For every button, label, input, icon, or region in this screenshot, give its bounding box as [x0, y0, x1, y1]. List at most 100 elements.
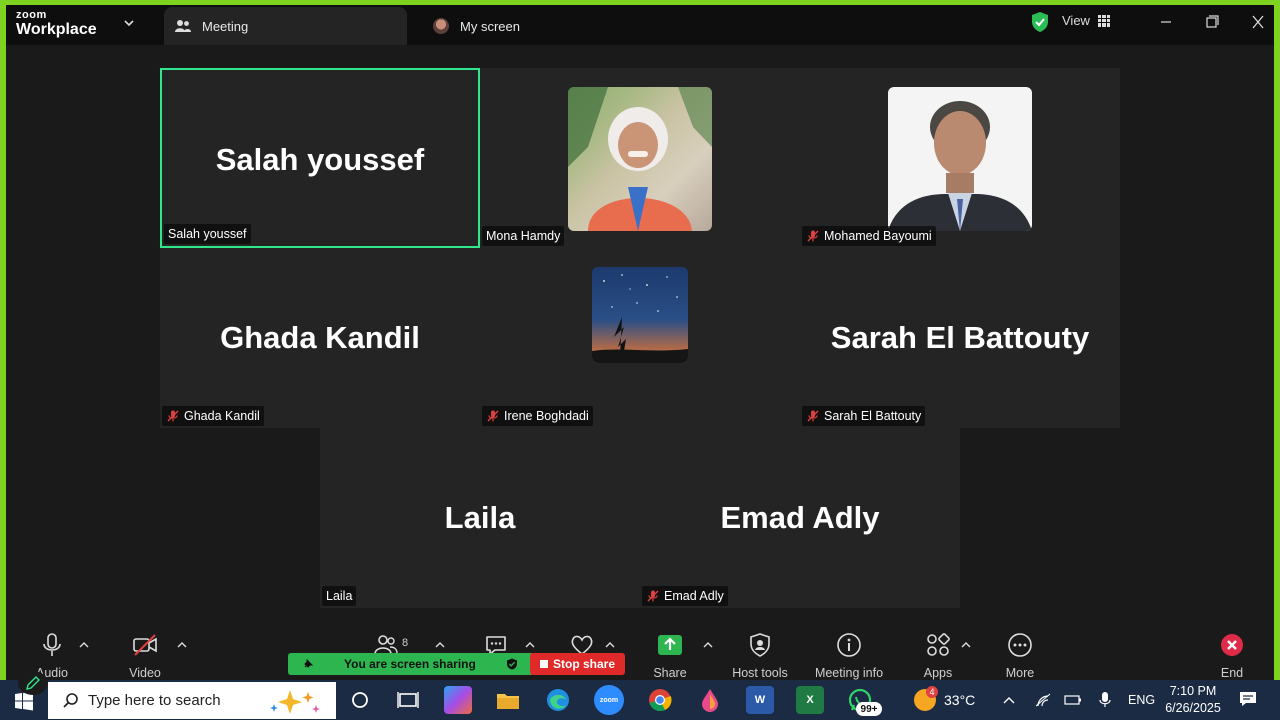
- weather-badge: 4: [926, 686, 938, 698]
- brand-line1: zoom: [16, 9, 47, 21]
- battery-icon[interactable]: [1064, 694, 1082, 706]
- view-label: View: [1062, 13, 1090, 28]
- mic-muted-icon: [487, 410, 499, 422]
- host-shield-icon: [750, 633, 770, 657]
- edge-browser-icon[interactable]: [544, 686, 572, 714]
- pin-icon: [304, 658, 314, 668]
- close-icon[interactable]: [1248, 13, 1268, 31]
- participant-tile[interactable]: Ghada Kandil Ghada Kandil: [160, 248, 480, 428]
- stop-square-icon: [539, 660, 548, 668]
- task-view-icon[interactable]: [394, 686, 422, 714]
- zoom-workplace-logo[interactable]: zoom Workplace: [16, 10, 97, 38]
- sharing-shield-icon: [506, 658, 517, 670]
- clock-date: 6/26/2025: [1165, 701, 1221, 715]
- network-icon[interactable]: [1034, 692, 1052, 708]
- apps-options-chevron-up-icon[interactable]: [960, 640, 972, 650]
- video-off-icon: [133, 634, 157, 656]
- search-placeholder: Type here to search: [88, 692, 221, 709]
- people-icon: [174, 17, 192, 35]
- meeting-info-button[interactable]: Meeting info: [803, 630, 895, 680]
- clock[interactable]: 7:10 PM 6/26/2025: [1158, 683, 1228, 717]
- share-options-chevron-up-icon[interactable]: [702, 640, 714, 650]
- participant-photo: [592, 267, 688, 363]
- participant-big-name: Ghada Kandil: [220, 320, 420, 355]
- stop-share-button[interactable]: Stop share: [530, 653, 625, 675]
- participant-tile[interactable]: Sarah El Battouty Sarah El Battouty: [800, 248, 1120, 428]
- minimize-icon[interactable]: [1156, 13, 1176, 31]
- brand-line2: Workplace: [16, 21, 97, 38]
- chevron-down-icon[interactable]: [122, 16, 136, 30]
- info-icon: [837, 633, 861, 657]
- participant-name-label: Ghada Kandil: [162, 406, 264, 426]
- more-button[interactable]: More: [980, 630, 1060, 680]
- reactions-options-chevron-up-icon[interactable]: [604, 640, 616, 650]
- video-button[interactable]: Video: [105, 630, 185, 680]
- tab-meeting[interactable]: Meeting: [164, 7, 407, 45]
- participant-tile[interactable]: Irene Boghdadi: [480, 248, 800, 428]
- action-center-icon[interactable]: [1238, 690, 1258, 708]
- participant-tile[interactable]: Mohamed Bayoumi: [800, 68, 1120, 248]
- restore-icon[interactable]: [1202, 13, 1222, 31]
- end-meeting-button[interactable]: End: [1192, 630, 1272, 680]
- participant-big-name: Salah youssef: [215, 142, 425, 177]
- participant-photo: [888, 87, 1032, 231]
- video-gallery: Salah youssef Salah youssef Mona Hamdy M…: [6, 45, 1274, 630]
- apps-button[interactable]: Apps: [898, 630, 978, 680]
- zoom-window: zoom Workplace Meeting My screen View Sa…: [6, 5, 1274, 680]
- zoom-app-icon[interactable]: zoom: [594, 685, 624, 715]
- participant-photo: [568, 87, 712, 231]
- view-button[interactable]: View: [1062, 13, 1110, 28]
- taskbar-search-box[interactable]: Type here to search: [48, 682, 336, 719]
- participant-name-label: Emad Adly: [642, 586, 728, 606]
- end-close-icon: [1221, 634, 1243, 656]
- mic-muted-icon: [167, 410, 179, 422]
- notification-badge: 99+: [856, 702, 882, 716]
- paint-drop-icon[interactable]: [696, 686, 724, 714]
- pen-icon: [26, 676, 40, 690]
- mic-muted-icon: [807, 230, 819, 242]
- participant-tile[interactable]: Emad Adly Emad Adly: [640, 428, 960, 608]
- word-app-icon[interactable]: W: [746, 686, 774, 714]
- video-options-chevron-up-icon[interactable]: [176, 640, 188, 650]
- apps-icon: [927, 633, 950, 656]
- clock-time: 7:10 PM: [1169, 684, 1217, 698]
- chrome-browser-icon[interactable]: [646, 686, 674, 714]
- chat-options-chevron-up-icon[interactable]: [524, 640, 536, 650]
- copilot-sparkle-icon: [270, 689, 320, 714]
- grid-icon: [1097, 14, 1110, 27]
- participant-tile[interactable]: Salah youssef Salah youssef: [160, 68, 480, 248]
- mic-muted-icon: [647, 590, 659, 602]
- participant-name-label: Sarah El Battouty: [802, 406, 926, 426]
- sharing-status-text: You are screen sharing: [344, 657, 476, 671]
- participants-options-chevron-up-icon[interactable]: [434, 640, 446, 650]
- volume-muted-icon[interactable]: [1098, 690, 1112, 708]
- participant-name-label: Laila: [322, 586, 357, 606]
- security-shield-icon[interactable]: [1030, 11, 1050, 33]
- cortana-circle-icon[interactable]: [346, 686, 374, 714]
- avatar: [432, 17, 450, 35]
- title-bar: zoom Workplace Meeting My screen View: [6, 5, 1274, 45]
- participant-tile[interactable]: Mona Hamdy: [480, 68, 800, 248]
- more-icon: [1008, 633, 1032, 657]
- participant-big-name: Sarah El Battouty: [830, 320, 1090, 355]
- file-explorer-icon[interactable]: [494, 686, 522, 714]
- temperature[interactable]: 33°C: [944, 692, 975, 708]
- share-button[interactable]: Share: [630, 630, 710, 680]
- screen-sharing-indicator[interactable]: You are screen sharing: [288, 653, 534, 675]
- tray-chevron-up-icon[interactable]: [1002, 694, 1016, 706]
- search-icon: [63, 692, 78, 708]
- copilot-app-icon[interactable]: [444, 686, 472, 714]
- annotate-pen-button[interactable]: [18, 671, 48, 695]
- input-language[interactable]: ENG: [1128, 693, 1155, 707]
- host-tools-button[interactable]: Host tools: [720, 630, 800, 680]
- tab-meeting-label: Meeting: [202, 18, 249, 34]
- participant-name-label: Salah youssef: [164, 224, 251, 244]
- share-screen-icon: [658, 635, 682, 655]
- mic-muted-icon: [807, 410, 819, 422]
- audio-options-chevron-up-icon[interactable]: [78, 640, 90, 650]
- excel-app-icon[interactable]: X: [796, 686, 824, 714]
- participant-tile[interactable]: Laila Laila: [320, 428, 640, 608]
- microphone-icon: [43, 633, 61, 656]
- tab-my-screen[interactable]: My screen: [426, 7, 626, 45]
- participant-big-name: Laila: [444, 500, 516, 535]
